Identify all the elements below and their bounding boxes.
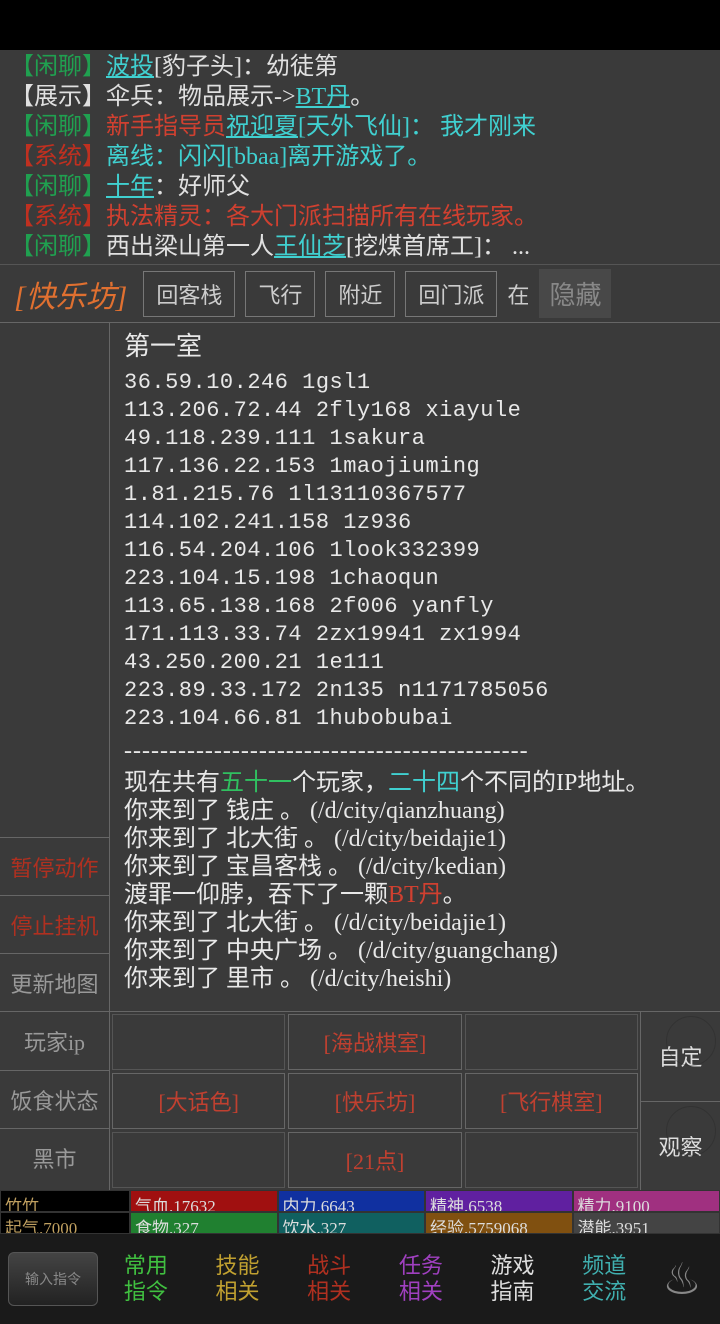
water-bar: 饮水.327 (278, 1212, 426, 1234)
spirit-bar: 精神.6538 (425, 1190, 573, 1212)
fly-button[interactable]: 飞行 (245, 271, 315, 317)
menu-guide[interactable]: 游戏指南 (469, 1253, 557, 1305)
nearby-button[interactable]: 附近 (325, 271, 395, 317)
menu-combat[interactable]: 战斗相关 (285, 1253, 373, 1305)
char-name: 竹竹 (0, 1190, 130, 1212)
bottom-bar: 输入指令 常用指令 技能相关 战斗相关 任务相关 游戏指南 频道交流 ♨ (0, 1234, 720, 1324)
qi-stat: 起气.7000 (0, 1212, 130, 1234)
ip-entry: 49.118.239.111 1sakura (124, 425, 706, 453)
menu-channel[interactable]: 频道交流 (560, 1253, 648, 1305)
move-line: 你来到了 北大街 。 (/d/city/beidajie1) (124, 825, 706, 853)
pause-action-button[interactable]: 暂停动作 (0, 837, 109, 895)
room-title: 第一室 (124, 333, 706, 361)
tea-icon[interactable]: ♨ (652, 1254, 712, 1305)
stat-bars: 竹竹 气血.17632 内力.6643 精神.6538 精力.9100 起气.7… (0, 1190, 720, 1234)
room-empty (112, 1132, 285, 1188)
move-line: 你来到了 中央广场 。 (/d/city/guangchang) (124, 937, 706, 965)
player-summary: 现在共有五十一个玩家，二十四个不同的IP地址。 (124, 769, 706, 797)
player-ip-button[interactable]: 玩家ip (0, 1012, 109, 1070)
back-sect-button[interactable]: 回门派 (405, 271, 497, 317)
separator: ----------------------------------------… (124, 737, 706, 765)
custom-button[interactable]: 自定 (641, 1012, 720, 1102)
room-dahua[interactable]: [大话色] (112, 1073, 285, 1129)
status-bar (0, 0, 720, 50)
move-line: 你来到了 宝昌客栈 。 (/d/city/kedian) (124, 853, 706, 881)
ip-entry: 116.54.204.106 1look332399 (124, 537, 706, 565)
room-sea-chess[interactable]: [海战棋室] (288, 1014, 461, 1070)
black-market-button[interactable]: 黑市 (0, 1128, 109, 1186)
ip-entry: 223.104.66.81 1hubobubai (124, 705, 706, 733)
mp-bar: 内力.6643 (278, 1190, 426, 1212)
energy-bar: 精力.9100 (573, 1190, 720, 1212)
room-empty (112, 1014, 285, 1070)
ip-entry: 117.136.22.153 1maojiuming (124, 453, 706, 481)
at-label: 在 (507, 278, 529, 310)
ip-entry: 113.206.72.44 2fly168 xiayule (124, 397, 706, 425)
ip-entry: 36.59.10.246 1gsl1 (124, 369, 706, 397)
room-fly-chess[interactable]: [飞行棋室] (465, 1073, 638, 1129)
room-empty (465, 1014, 638, 1070)
room-happy[interactable]: [快乐坊] (288, 1073, 461, 1129)
update-map-button[interactable]: 更新地图 (0, 953, 109, 1011)
ip-entry: 114.102.241.158 1z936 (124, 509, 706, 537)
side-column: 暂停动作 停止挂机 更新地图 (0, 323, 110, 1011)
ip-entry: 223.89.33.172 2n135 n1171785056 (124, 677, 706, 705)
stop-afk-button[interactable]: 停止挂机 (0, 895, 109, 953)
ip-entry: 113.65.138.168 2f006 yanfly (124, 593, 706, 621)
menu-common[interactable]: 常用指令 (102, 1253, 190, 1305)
back-inn-button[interactable]: 回客栈 (143, 271, 235, 317)
ip-entry: 43.250.200.21 1e111 (124, 649, 706, 677)
potential-bar: 潜能.3951 (573, 1212, 720, 1234)
room-21[interactable]: [21点] (288, 1132, 461, 1188)
exp-bar: 经验.5759068 (425, 1212, 573, 1234)
hp-bar: 气血.17632 (130, 1190, 278, 1212)
ip-entry: 1.81.215.76 1l13110367577 (124, 481, 706, 509)
room-grid: 玩家ip 饭食状态 黑市 [海战棋室] [大话色] [快乐坊] [飞行棋室] [… (0, 1011, 720, 1190)
menu-quest[interactable]: 任务相关 (377, 1253, 465, 1305)
menu-skill[interactable]: 技能相关 (194, 1253, 282, 1305)
food-bar: 食物.327 (130, 1212, 278, 1234)
ip-entry: 223.104.15.198 1chaoqun (124, 565, 706, 593)
input-command-button[interactable]: 输入指令 (8, 1252, 98, 1306)
food-status-button[interactable]: 饭食状态 (0, 1070, 109, 1128)
move-line: 你来到了 钱庄 。 (/d/city/qianzhuang) (124, 797, 706, 825)
current-location: [快乐坊] (8, 272, 133, 316)
move-line: 渡罪一仰脖，吞下了一颗BT丹。 (124, 881, 706, 909)
room-empty (465, 1132, 638, 1188)
move-line: 你来到了 北大街 。 (/d/city/beidajie1) (124, 909, 706, 937)
ip-entry: 171.113.33.74 2zx19941 zx1994 (124, 621, 706, 649)
nav-bar: [快乐坊] 回客栈 飞行 附近 回门派 在 隐藏 (0, 264, 720, 322)
move-line: 你来到了 里市 。 (/d/city/heishi) (124, 965, 706, 993)
hide-button[interactable]: 隐藏 (539, 269, 611, 318)
log-panel: 第一室 36.59.10.246 1gsl1113.206.72.44 2fly… (110, 323, 720, 1011)
chat-log: 【闲聊】波投[豹子头]：幼徒第【展示】伞兵：物品展示->BT丹。【闲聊】新手指导… (0, 50, 720, 264)
observe-button[interactable]: 观察 (641, 1102, 720, 1191)
